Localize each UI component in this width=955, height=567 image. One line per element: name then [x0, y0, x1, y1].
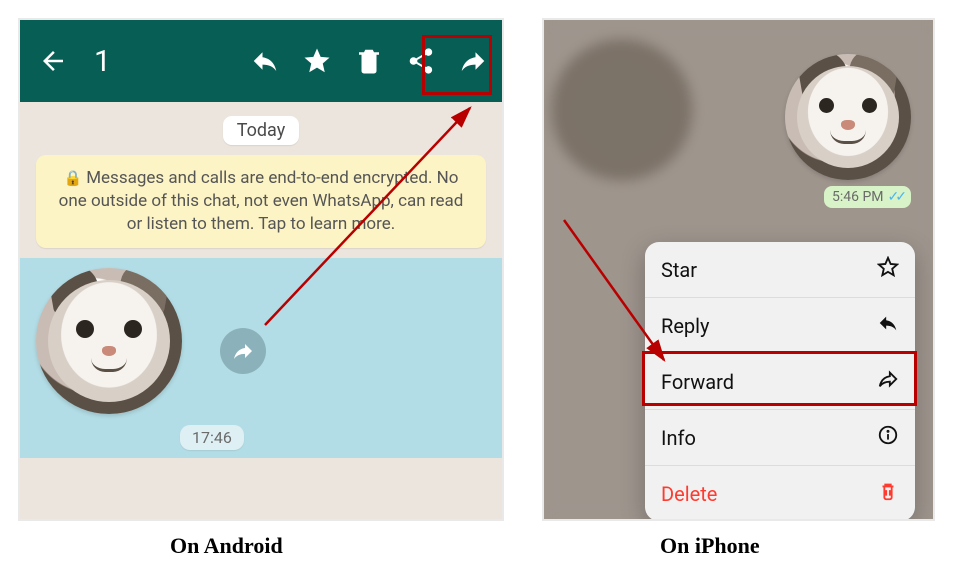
- trash-icon[interactable]: [354, 46, 384, 76]
- iphone-screenshot: 5:46 PM ✓✓ Star Reply: [542, 18, 935, 521]
- forward-bubble-icon[interactable]: [220, 328, 266, 374]
- star-icon[interactable]: [302, 46, 332, 76]
- caption-iphone: On iPhone: [660, 533, 760, 559]
- menu-item-label: Delete: [661, 482, 717, 506]
- selected-count: 1: [94, 44, 111, 79]
- message-time-badge: 5:46 PM ✓✓: [824, 186, 911, 208]
- menu-item-info[interactable]: Info: [645, 410, 915, 466]
- menu-item-reply[interactable]: Reply: [645, 298, 915, 354]
- selected-message-row[interactable]: 17:46: [20, 258, 502, 458]
- context-menu: Star Reply Forward: [645, 242, 915, 521]
- forward-icon[interactable]: [458, 46, 488, 76]
- sent-sticker-message[interactable]: 5:46 PM ✓✓: [785, 54, 911, 208]
- sticker-cat: [36, 268, 182, 414]
- reply-icon: [877, 312, 899, 339]
- message-time-text: 5:46 PM: [832, 189, 884, 205]
- menu-item-forward[interactable]: Forward: [645, 354, 915, 410]
- date-header-pill: Today: [223, 116, 299, 145]
- menu-item-star[interactable]: Star: [645, 242, 915, 298]
- lock-icon: 🔒: [64, 169, 83, 187]
- caption-android: On Android: [170, 533, 283, 559]
- info-icon: [877, 424, 899, 451]
- android-screenshot: 1 Today: [18, 18, 504, 521]
- share-icon[interactable]: [406, 46, 436, 76]
- menu-item-delete[interactable]: Delete: [645, 466, 915, 521]
- back-arrow-icon[interactable]: [38, 46, 68, 76]
- android-selection-toolbar: 1: [20, 20, 502, 102]
- trash-icon: [877, 480, 899, 507]
- star-outline-icon: [877, 256, 899, 283]
- encryption-notice[interactable]: 🔒Messages and calls are end-to-end encry…: [36, 155, 486, 248]
- message-time: 17:46: [180, 425, 244, 450]
- read-receipt-icon: ✓✓: [888, 189, 903, 205]
- menu-item-label: Star: [661, 258, 697, 282]
- encryption-notice-text: Messages and calls are end-to-end encryp…: [59, 168, 464, 234]
- menu-item-label: Reply: [661, 314, 710, 338]
- reply-icon[interactable]: [250, 46, 280, 76]
- menu-item-label: Info: [661, 426, 696, 450]
- menu-item-label: Forward: [661, 370, 734, 394]
- sticker-cat: [785, 54, 911, 180]
- forward-icon: [877, 368, 899, 395]
